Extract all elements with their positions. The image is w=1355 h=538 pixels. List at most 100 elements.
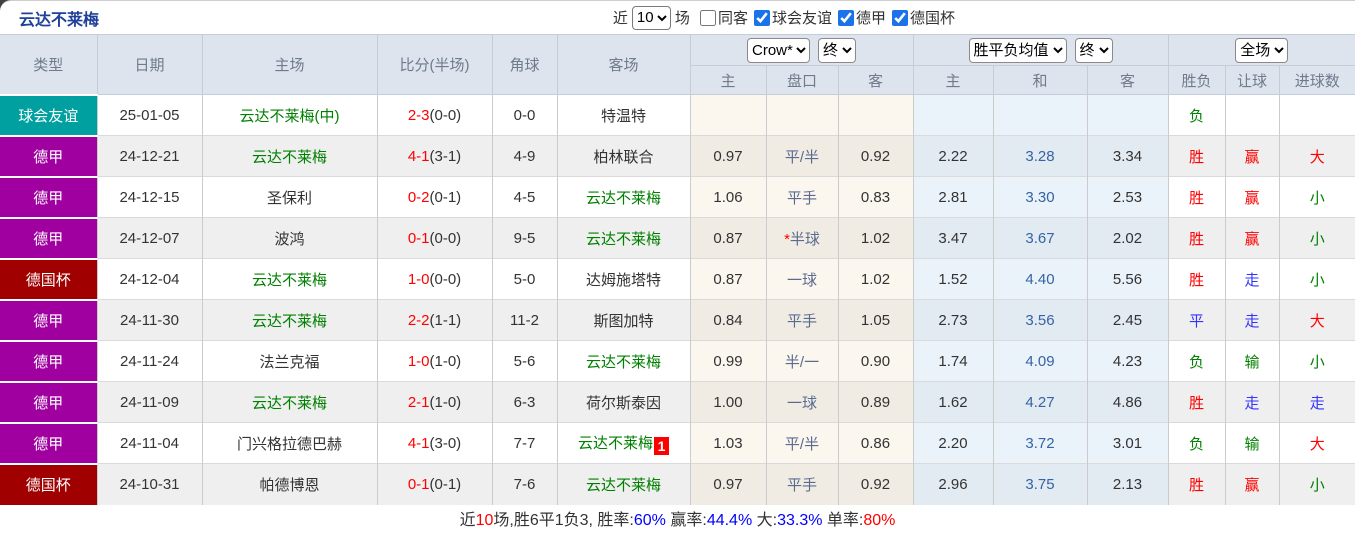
subcol-odds-home: 主 [690,65,767,95]
match-history-table: 类型 日期 主场 比分(半场) 角球 客场 Crow* 终 胜平负均值终 全场 主… [0,34,1355,505]
avg-away-cell: 2.13 [1086,463,1169,505]
odds-home-cell: 0.97 [689,135,767,177]
home-team-cell: 云达不莱梅 [201,258,378,300]
goals-result-cell: 小 [1278,463,1355,505]
halftime-score: (0-0) [429,270,462,288]
filter-checkbox-同客[interactable] [699,9,716,26]
wdl-result-cell: 平 [1167,299,1226,341]
avg-draw-cell: 3.67 [992,217,1088,259]
avg-type-select[interactable]: 胜平负均值 [968,37,1067,63]
goals-result-cell [1278,94,1355,136]
summary-segment: 10 [475,511,494,529]
odds-home-cell: 1.00 [689,381,767,423]
filter-checkbox-label: 德国杯 [909,10,955,27]
odds-away-cell: 0.92 [837,463,914,505]
filter-checkbox-德国杯[interactable] [891,9,908,26]
handicap-result-cell: 输 [1224,422,1280,464]
score-cell: 1-0(1-0) [376,340,493,382]
home-team-cell: 帕德博恩 [201,463,378,505]
handicap-result-cell: 走 [1224,299,1280,341]
match-table-body: 球会友谊 25-01-05 云达不莱梅(中) 2-3(0-0) 0-0 特温特负德甲 24-… [0,93,1355,505]
odds-home-cell: 0.99 [689,340,767,382]
summary-segment: 33.3% [777,511,823,529]
away-team-cell: 达姆施塔特 [556,258,691,300]
fulltime-score: 4-1 [407,434,430,452]
wdl-result-cell: 胜 [1167,217,1226,259]
summary-segment: 近 [459,511,476,529]
score-cell: 2-2(1-1) [376,299,493,341]
away-team-cell: 荷尔斯泰因 [556,381,691,423]
avg-draw-cell: 3.75 [992,463,1088,505]
filter-checkbox-德甲[interactable] [837,9,854,26]
handicap-cell: *半球 [765,217,839,259]
halftime-score: (1-0) [429,352,462,370]
halftime-score: (0-0) [429,229,462,247]
score-cell: 0-1(0-0) [376,217,493,259]
away-team-name: 斯图加特 [593,312,654,330]
wdl-result-cell: 负 [1167,340,1226,382]
avg-away-cell: 2.53 [1086,176,1169,218]
avg-home-cell: 2.20 [912,422,994,464]
score-cell: 1-0(0-0) [376,258,493,300]
subcol-handicap-result: 让球 [1224,65,1280,95]
corner-cell: 4-9 [491,135,558,177]
avg-draw-cell: 4.40 [992,258,1088,300]
goals-result-cell: 小 [1278,176,1355,218]
handicap-cell: 平手 [765,299,839,341]
home-team-cell: 云达不莱梅 [201,299,378,341]
goals-result-cell: 大 [1278,422,1355,464]
handicap-value: 一球 [786,271,817,289]
league-type-cell: 德甲 [0,298,98,341]
recent-suffix-label: 场 [674,10,690,27]
goals-result-cell: 小 [1278,217,1355,259]
odds-away-cell: 0.90 [837,340,914,382]
league-type-cell: 德国杯 [0,462,98,505]
away-team-cell: 云达不莱梅 [556,340,691,382]
match-date-cell: 24-11-30 [96,299,203,341]
score-cell: 0-2(0-1) [376,176,493,218]
league-type-cell: 德甲 [0,421,98,464]
home-team-cell: 云达不莱梅 [201,381,378,423]
summary-segment: 大: [752,511,778,529]
away-team-name: 云达不莱梅 [585,189,661,207]
league-type-cell: 球会友谊 [0,93,98,136]
wdl-result-cell: 胜 [1167,381,1226,423]
handicap-result-cell: 赢 [1224,463,1280,505]
halftime-score: (1-1) [429,311,462,329]
corner-cell: 7-6 [491,463,558,505]
match-date-cell: 25-01-05 [96,94,203,136]
match-row: 球会友谊 25-01-05 云达不莱梅(中) 2-3(0-0) 0-0 特温特负 [0,93,1355,136]
recent-count-select[interactable]: 10 [631,5,671,30]
odds-away-cell: 1.02 [837,217,914,259]
odds-home-cell: 0.87 [689,217,767,259]
away-team-cell: 云达不莱梅 [556,176,691,218]
subcol-odds-away: 客 [837,65,914,95]
odds-time-select[interactable]: 终 [818,37,856,63]
handicap-cell: 平手 [765,463,839,505]
filter-checkbox-球会友谊[interactable] [753,9,770,26]
league-type-cell: 德甲 [0,339,98,382]
wdl-result-cell: 负 [1167,422,1226,464]
summary-segment: 场,胜6平1负3, 胜率: [493,511,634,529]
subcol-goals-result: 进球数 [1278,65,1355,95]
league-filter-checkboxes: 同客 球会友谊 德甲 德国杯 [694,7,955,28]
match-row: 德甲 24-11-04 门兴格拉德巴赫 4-1(3-0) 7-7 云达不莱梅 1 1.03 平/… [0,421,1355,464]
match-date-cell: 24-11-04 [96,422,203,464]
avg-away-cell: 2.02 [1086,217,1169,259]
away-team-name: 柏林联合 [593,148,654,166]
score-cell: 0-1(0-1) [376,463,493,505]
handicap-value: 平手 [786,189,817,207]
odds-home-cell [689,94,767,136]
away-team-cell: 柏林联合 [556,135,691,177]
avg-draw-cell: 4.27 [992,381,1088,423]
col-header-away: 客场 [556,34,691,95]
odds-source-select[interactable]: Crow* [747,37,810,63]
away-team-name: 达姆施塔特 [585,271,661,289]
scope-select[interactable]: 全场 [1235,37,1289,63]
avg-time-select[interactable]: 终 [1074,37,1113,63]
avg-group-header: 胜平负均值终 [912,34,1169,66]
match-row: 德甲 24-12-07 波鸿 0-1(0-0) 9-5 云达不莱梅 0.87 *半球 1.02 3… [0,216,1355,259]
red-card-badge: 1 [654,436,669,455]
halftime-score: (3-0) [429,434,462,452]
home-team-cell: 圣保利 [201,176,378,218]
